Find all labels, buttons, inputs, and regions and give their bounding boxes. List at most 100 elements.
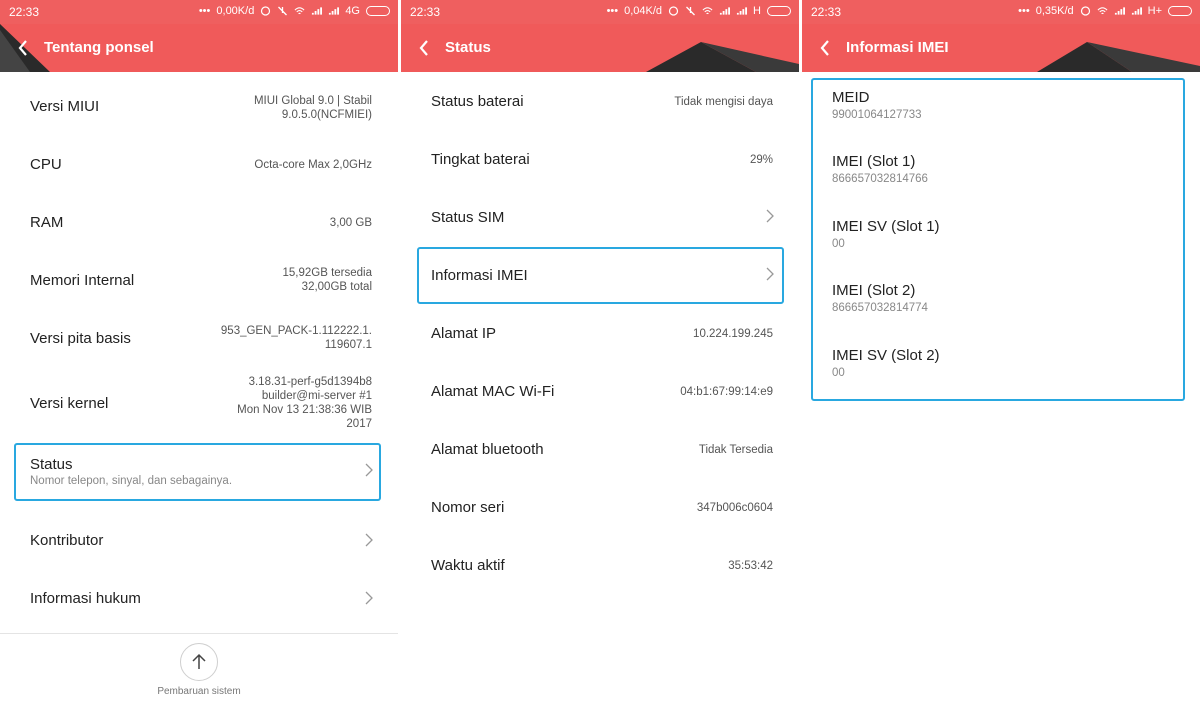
wifi-icon [702, 7, 713, 15]
item-label: Tingkat baterai [431, 151, 530, 168]
dots-icon: ••• [606, 5, 619, 17]
panel-status: 22:33 ••• 0,04K/d H Status Status batera… [401, 0, 799, 708]
imei-item-sv-slot1[interactable]: IMEI SV (Slot 1) 00 [832, 218, 940, 250]
item-label: Nomor seri [431, 499, 505, 516]
status-time: 22:33 [9, 5, 40, 19]
item-value: 29% [749, 154, 773, 166]
item-label: Kontributor [30, 532, 104, 549]
list-item-status-baterai[interactable]: Status baterai Tidak mengisi daya [401, 72, 799, 130]
item-label: IMEI (Slot 2) [832, 282, 916, 299]
item-label: Versi kernel [30, 395, 109, 412]
item-label: Versi MIUI [30, 98, 100, 115]
page-title: Status [445, 39, 491, 56]
item-label: Waktu aktif [431, 557, 505, 574]
list-item-alamat-mac[interactable]: Alamat MAC Wi-Fi 04:b1:67:99:14:e9 [401, 362, 799, 420]
back-chevron-icon[interactable] [415, 38, 435, 58]
item-value: Tidak mengisi daya [674, 96, 773, 108]
item-value: 953_GEN_PACK-1.112222.1. [220, 325, 372, 337]
title-bar: Informasi IMEI [802, 24, 1200, 72]
wifi-icon [1097, 7, 1108, 15]
item-label: IMEI (Slot 1) [832, 153, 916, 170]
list-item-versi-miui[interactable]: Versi MIUI MIUI Global 9.0 | Stabil 9.0.… [0, 72, 398, 130]
list-item-alamat-bluetooth[interactable]: Alamat bluetooth Tidak Tersedia [401, 420, 799, 478]
network-speed: 0,00K/d [216, 5, 255, 17]
list-item-kontributor[interactable]: Kontributor [0, 511, 398, 569]
item-value: 32,00GB total [301, 281, 372, 293]
list-item-versi-kernel[interactable]: Versi kernel 3.18.31-perf-g5d1394b8 buil… [0, 362, 398, 442]
item-label: CPU [30, 156, 62, 173]
highlight-box [14, 443, 381, 501]
item-value: 866657032814766 [832, 173, 928, 185]
alarm-icon [261, 6, 271, 16]
list-item-cpu[interactable]: CPU Octa-core Max 2,0GHz [0, 130, 398, 188]
item-value: Tidak Tersedia [698, 444, 773, 456]
battery-icon [1168, 6, 1192, 16]
item-value: 04:b1:67:99:14:e9 [680, 386, 773, 398]
title-bar: Tentang ponsel [0, 24, 398, 72]
item-label: Memori Internal [30, 272, 135, 289]
list-item-alamat-ip[interactable]: Alamat IP 10.224.199.245 [401, 304, 799, 362]
item-value: 347b006c0604 [696, 502, 773, 514]
alarm-icon [1080, 6, 1090, 16]
item-value: 35:53:42 [728, 560, 773, 572]
arrow-up-icon [192, 653, 206, 669]
item-value: 10.224.199.245 [693, 328, 773, 340]
item-value: builder@mi-server #1 [261, 390, 372, 402]
network-speed: 0,04K/d [624, 5, 663, 17]
mute-icon [278, 6, 288, 16]
item-value: 866657032814774 [832, 302, 928, 314]
imei-item-slot2[interactable]: IMEI (Slot 2) 866657032814774 [832, 282, 928, 314]
network-speed: 0,35K/d [1035, 5, 1074, 17]
list-item-memori-internal[interactable]: Memori Internal 15,92GB tersedia 32,00GB… [0, 246, 398, 304]
list-item-waktu-aktif[interactable]: Waktu aktif 35:53:42 [401, 536, 799, 594]
item-label: IMEI SV (Slot 2) [832, 347, 940, 364]
battery-icon [366, 6, 390, 16]
item-value: 3,00 GB [329, 217, 372, 229]
panel-informasi-imei: 22:33 ••• 0,35K/d H+ Informasi IMEI MEID… [802, 0, 1200, 708]
list-item-tingkat-baterai[interactable]: Tingkat baterai 29% [401, 130, 799, 188]
status-bar: 22:33 ••• 0,04K/d H [401, 0, 799, 24]
signal-icon-2 [736, 7, 748, 15]
back-chevron-icon[interactable] [14, 38, 34, 58]
list-item-ram[interactable]: RAM 3,00 GB [0, 188, 398, 246]
system-update-button[interactable] [180, 643, 218, 681]
status-bar: 22:33 ••• 0,35K/d H+ [802, 0, 1200, 24]
signal-icon [312, 7, 323, 15]
signal-icon [719, 7, 731, 15]
item-value: 00 [832, 238, 845, 250]
imei-item-slot1[interactable]: IMEI (Slot 1) 866657032814766 [832, 153, 928, 185]
item-value: 99001064127733 [832, 109, 922, 121]
chevron-right-icon [365, 533, 373, 547]
wifi-icon [294, 7, 305, 15]
item-label: Status SIM [431, 209, 505, 226]
item-value: Octa-core Max 2,0GHz [254, 159, 372, 171]
panel-tentang-ponsel: 22:33 ••• 0,00K/d 4G Tentang ponsel Vers… [0, 0, 398, 708]
list-item-informasi-hukum[interactable]: Informasi hukum [0, 569, 398, 627]
status-time: 22:33 [410, 5, 441, 19]
item-value: Mon Nov 13 21:38:36 WIB [237, 404, 372, 416]
item-value: 119607.1 [324, 339, 372, 351]
imei-item-meid[interactable]: MEID 99001064127733 [832, 89, 922, 121]
status-time: 22:33 [811, 5, 842, 19]
item-value: 9.0.5.0(NCFMIEI) [281, 109, 372, 121]
item-label: Alamat bluetooth [431, 441, 544, 458]
title-bar: Status [401, 24, 799, 72]
item-value: 00 [832, 367, 845, 379]
alarm-icon [668, 6, 679, 16]
network-type: 4G [345, 5, 360, 17]
page-title: Informasi IMEI [846, 39, 949, 56]
signal-icon-2 [1131, 7, 1142, 15]
back-chevron-icon[interactable] [816, 38, 836, 58]
divider [0, 633, 398, 634]
battery-icon [767, 6, 791, 16]
item-label: Alamat IP [431, 325, 497, 342]
imei-item-sv-slot2[interactable]: IMEI SV (Slot 2) 00 [832, 347, 940, 379]
list-item-nomor-seri[interactable]: Nomor seri 347b006c0604 [401, 478, 799, 536]
status-bar: 22:33 ••• 0,00K/d 4G [0, 0, 398, 24]
item-label: Alamat MAC Wi-Fi [431, 383, 555, 400]
dots-icon: ••• [198, 5, 211, 17]
item-label: Versi pita basis [30, 330, 131, 347]
list-item-status-sim[interactable]: Status SIM [401, 188, 799, 246]
chevron-right-icon [766, 209, 774, 223]
list-item-versi-pita-basis[interactable]: Versi pita basis 953_GEN_PACK-1.112222.1… [0, 304, 398, 362]
